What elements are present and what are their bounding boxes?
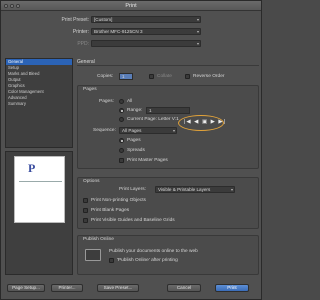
master-pages-label: Print Master Pages bbox=[127, 158, 168, 163]
all-pages-label: All bbox=[127, 99, 133, 104]
master-pages-checkbox[interactable] bbox=[119, 158, 124, 163]
cancel-button[interactable]: Cancel bbox=[167, 284, 201, 292]
non-printing-label: Print Non-printing Objects bbox=[91, 198, 146, 203]
ppd-select[interactable] bbox=[91, 40, 201, 47]
preview-page: P bbox=[14, 156, 65, 223]
reverse-order-checkbox[interactable] bbox=[185, 74, 190, 79]
page-proxy-icon: P bbox=[28, 161, 36, 175]
spreads-label: Spreads bbox=[127, 148, 145, 153]
category-list: General Setup Marks and Bleed Output Gra… bbox=[5, 58, 73, 148]
blank-pages-label: Print Blank Pages bbox=[91, 208, 130, 213]
spreads-radio[interactable] bbox=[119, 148, 124, 153]
current-page-radio[interactable] bbox=[119, 117, 124, 122]
pages-title: Pages bbox=[83, 87, 97, 92]
ppd-label: PPD: bbox=[77, 41, 89, 47]
publish-online-icon bbox=[85, 249, 101, 261]
window-title: Print bbox=[125, 3, 137, 9]
non-printing-checkbox[interactable] bbox=[83, 198, 88, 203]
close-icon[interactable] bbox=[4, 4, 8, 8]
print-preset-label: Print Preset: bbox=[61, 17, 89, 23]
reverse-order-label: Reverse Order bbox=[193, 74, 225, 79]
minimize-icon[interactable] bbox=[10, 4, 14, 8]
title-bar: Print bbox=[1, 1, 261, 11]
publish-description: Publish your documents online to the web bbox=[109, 249, 198, 254]
current-page-label: Current Page: Letter V:1 bbox=[127, 117, 179, 122]
options-title: Options bbox=[83, 179, 100, 184]
pages-option-label: Pages bbox=[127, 138, 141, 143]
page-setup-button[interactable]: Page Setup... bbox=[7, 284, 45, 292]
blank-pages-checkbox[interactable] bbox=[83, 208, 88, 213]
window-controls bbox=[4, 4, 20, 8]
collate-label: Collate bbox=[157, 74, 172, 79]
publish-after-print-label: 'Publish Online' after printing bbox=[117, 258, 178, 263]
print-layers-label: Print Layers: bbox=[119, 187, 146, 192]
publish-after-print-checkbox[interactable] bbox=[109, 258, 114, 263]
print-button[interactable]: Print bbox=[215, 284, 249, 292]
collate-checkbox[interactable] bbox=[149, 74, 154, 79]
sidebar-item-summary[interactable]: Summary bbox=[6, 101, 72, 107]
divider bbox=[77, 65, 259, 66]
pages-radio[interactable] bbox=[119, 138, 124, 143]
preview-line bbox=[19, 181, 62, 182]
guides-label: Print Visible Guides and Baseline Grids bbox=[91, 218, 175, 223]
printer-select[interactable]: Brother MFC-9125CN 3 bbox=[91, 28, 201, 35]
print-preset-select[interactable]: [Custom] bbox=[91, 16, 201, 23]
print-layers-select[interactable]: Visible & Printable Layers bbox=[155, 186, 235, 193]
range-label: Range: bbox=[127, 108, 143, 113]
guides-checkbox[interactable] bbox=[83, 218, 88, 223]
sequence-select[interactable]: All Pages bbox=[119, 127, 177, 134]
all-pages-radio[interactable] bbox=[119, 99, 124, 104]
pages-label: Pages: bbox=[99, 99, 114, 104]
page-navigation-icons[interactable]: |◀ ◀ ▣ ▶ ▶| bbox=[184, 119, 226, 125]
print-dialog: Print Print Preset: [Custom] Printer: Br… bbox=[0, 0, 262, 300]
sequence-label: Sequence: bbox=[93, 128, 116, 133]
zoom-icon[interactable] bbox=[16, 4, 20, 8]
save-preset-button[interactable]: Save Preset... bbox=[97, 284, 139, 292]
range-field[interactable]: 1 bbox=[146, 107, 190, 114]
copies-field[interactable]: 1 bbox=[119, 73, 133, 80]
publish-online-title: Publish Online bbox=[83, 237, 114, 242]
page-preview: P bbox=[5, 151, 73, 275]
range-radio[interactable] bbox=[119, 108, 124, 113]
printer-label: Printer: bbox=[72, 29, 89, 35]
printer-button[interactable]: Printer... bbox=[51, 284, 83, 292]
copies-label: Copies: bbox=[97, 74, 114, 79]
